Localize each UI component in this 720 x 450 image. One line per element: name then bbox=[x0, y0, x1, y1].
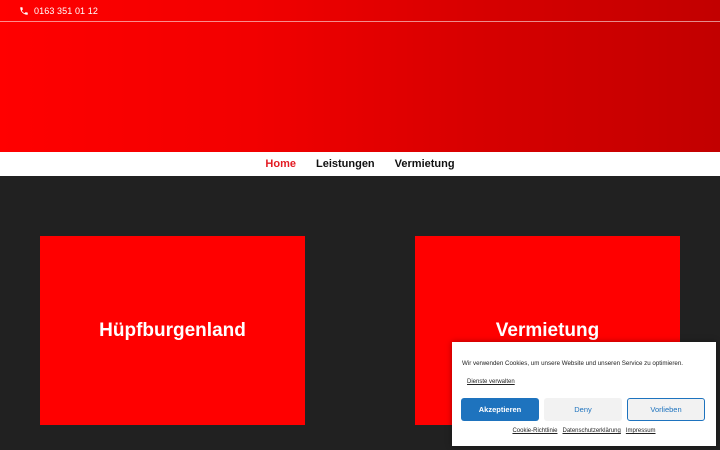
phone-number[interactable]: 0163 351 01 12 bbox=[34, 6, 98, 16]
accept-button[interactable]: Akzeptieren bbox=[461, 398, 539, 421]
card-title: Hüpfburgenland bbox=[99, 319, 246, 341]
cookie-policy-link[interactable]: Cookie-Richtlinie bbox=[512, 428, 557, 434]
imprint-link[interactable]: Impressum bbox=[626, 428, 656, 434]
nav-item-home[interactable]: Home bbox=[265, 158, 296, 170]
card-huepfburgenland[interactable]: Hüpfburgenland bbox=[40, 236, 305, 425]
manage-services-link[interactable]: Dienste verwalten bbox=[467, 379, 515, 385]
preferences-button[interactable]: Vorlieben bbox=[627, 398, 705, 421]
nav-item-vermietung[interactable]: Vermietung bbox=[395, 158, 455, 170]
hero-banner bbox=[0, 0, 720, 152]
cookie-footer-links: Cookie-Richtlinie Datenschutzerklärung I… bbox=[452, 428, 716, 434]
cookie-message: Wir verwenden Cookies, um unsere Website… bbox=[462, 360, 684, 367]
main-nav: Home Leistungen Vermietung bbox=[0, 152, 720, 176]
privacy-policy-link[interactable]: Datenschutzerklärung bbox=[562, 428, 620, 434]
top-bar: 0163 351 01 12 bbox=[0, 0, 720, 22]
card-title: Vermietung bbox=[495, 319, 600, 341]
deny-button[interactable]: Deny bbox=[544, 398, 622, 421]
phone-icon bbox=[20, 6, 28, 15]
cookie-banner: Wir verwenden Cookies, um unsere Website… bbox=[452, 342, 716, 446]
nav-item-leistungen[interactable]: Leistungen bbox=[316, 158, 375, 170]
